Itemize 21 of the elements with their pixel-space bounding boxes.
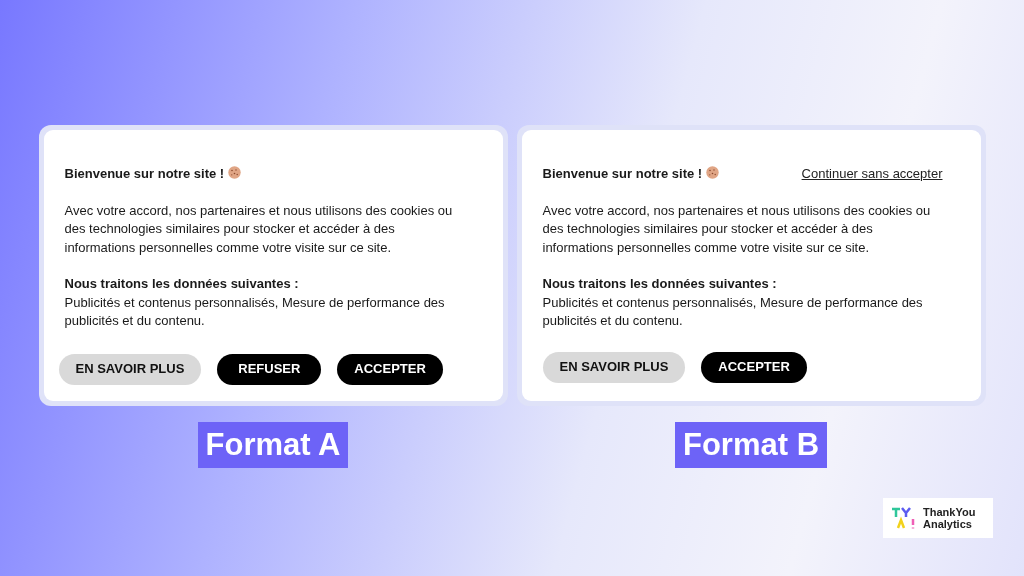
data-heading: Nous traitons les données suivantes : [64, 275, 300, 293]
consent-text: Avec votre accord, nos partenaires et nous utilisons des cookies ou des technologies similaires pour stocker et accéder à des informations personnelles comme votre visite sur ce site. [542, 201, 932, 257]
logo-icon [891, 506, 917, 530]
brand-name: ThankYou [923, 506, 976, 518]
data-purposes-text: Publicités et contenus personnalisés, Mesure de performance des publicités et du contenu. [542, 293, 924, 330]
banner-title: Bienvenue sur notre site ! [542, 164, 720, 184]
data-purposes-text: Publicités et contenus personnalisés, Mesure de performance des publicités et du contenu. [64, 293, 446, 330]
brand-name: Analytics [923, 518, 973, 530]
format-label: Format B [674, 422, 828, 468]
secondary-button[interactable]: EN SAVOIR PLUS [58, 353, 202, 385]
continue-without-accepting-link[interactable]: Continuer sans accepter [801, 164, 943, 184]
consent-text: Avec votre accord, nos partenaires et nous utilisons des cookies ou des technologies similaires pour stocker et accéder à des informations personnelles comme votre visite sur ce site. [64, 201, 454, 257]
cookie-icon [228, 166, 242, 179]
primary-button[interactable]: ACCEPTER [337, 353, 443, 385]
cookie-icon [706, 166, 720, 179]
primary-button[interactable]: ACCEPTER [701, 351, 807, 383]
data-heading: Nous traitons les données suivantes : [542, 275, 778, 293]
format-label: Format A [197, 422, 349, 468]
primary-button[interactable]: REFUSER [217, 353, 322, 385]
secondary-button[interactable]: EN SAVOIR PLUS [542, 351, 686, 383]
banner-title: Bienvenue sur notre site ! [64, 164, 242, 184]
